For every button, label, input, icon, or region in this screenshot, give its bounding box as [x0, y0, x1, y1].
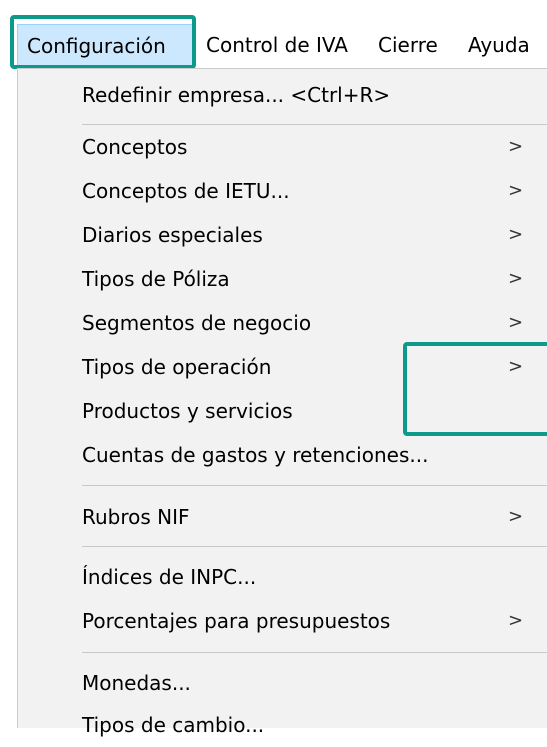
menu-item-rubros-nif[interactable]: Rubros NIF >	[18, 495, 547, 539]
menu-item-label: Conceptos de IETU...	[82, 179, 290, 203]
menu-item-segmentos-de-negocio[interactable]: Segmentos de negocio >	[18, 301, 547, 345]
chevron-right-icon: >	[508, 610, 524, 631]
menu-separator	[82, 546, 547, 547]
chevron-right-icon: >	[508, 268, 524, 289]
menu-item-indices-inpc[interactable]: Índices de INPC...	[18, 555, 547, 599]
menubar-ayuda[interactable]: Ayuda	[468, 22, 530, 68]
menu-item-label: Tipos de Póliza	[82, 267, 230, 291]
menu-item-label: Rubros NIF	[82, 505, 190, 529]
menu-item-label: Diarios especiales	[82, 223, 263, 247]
menu-item-label: Productos y servicios	[82, 399, 293, 423]
menu-item-tipos-de-poliza[interactable]: Tipos de Póliza >	[18, 257, 547, 301]
menu-item-conceptos[interactable]: Conceptos >	[18, 125, 547, 169]
menu-item-cuentas-de-gastos[interactable]: Cuentas de gastos y retenciones...	[18, 433, 547, 477]
menu-item-monedas[interactable]: Monedas...	[18, 661, 547, 705]
menu-item-label: Porcentajes para presupuestos	[82, 609, 391, 633]
chevron-right-icon: >	[508, 224, 524, 245]
menu-item-label: Tipos de cambio...	[82, 713, 265, 737]
menu-bar: Configuración Control de IVA Cierre Ayud…	[0, 0, 547, 69]
chevron-right-icon: >	[508, 506, 524, 527]
chevron-right-icon: >	[508, 136, 524, 157]
highlight-operacion-productos	[403, 342, 547, 436]
menu-item-redefinir-empresa[interactable]: Redefinir empresa... <Ctrl+R>	[18, 73, 547, 117]
menubar-cierre[interactable]: Cierre	[378, 22, 438, 68]
menu-item-label: Redefinir empresa... <Ctrl+R>	[82, 83, 391, 107]
menu-item-label: Monedas...	[82, 671, 191, 695]
chevron-right-icon: >	[508, 312, 524, 333]
menu-item-label: Segmentos de negocio	[82, 311, 312, 335]
menu-item-porcentajes-presupuestos[interactable]: Porcentajes para presupuestos >	[18, 599, 547, 643]
menu-item-label: Cuentas de gastos y retenciones...	[82, 443, 429, 467]
menu-item-label: Índices de INPC...	[82, 565, 257, 589]
menubar-configuracion[interactable]: Configuración	[17, 24, 194, 66]
menu-item-conceptos-ietu[interactable]: Conceptos de IETU... >	[18, 169, 547, 213]
chevron-right-icon: >	[508, 180, 524, 201]
menu-separator	[82, 652, 547, 653]
menu-separator	[82, 485, 547, 486]
menu-item-tipos-de-cambio[interactable]: Tipos de cambio...	[18, 703, 547, 747]
menubar-control-de-iva[interactable]: Control de IVA	[206, 22, 348, 68]
menu-item-label: Tipos de operación	[82, 355, 272, 379]
menu-item-diarios-especiales[interactable]: Diarios especiales >	[18, 213, 547, 257]
menu-item-label: Conceptos	[82, 135, 188, 159]
